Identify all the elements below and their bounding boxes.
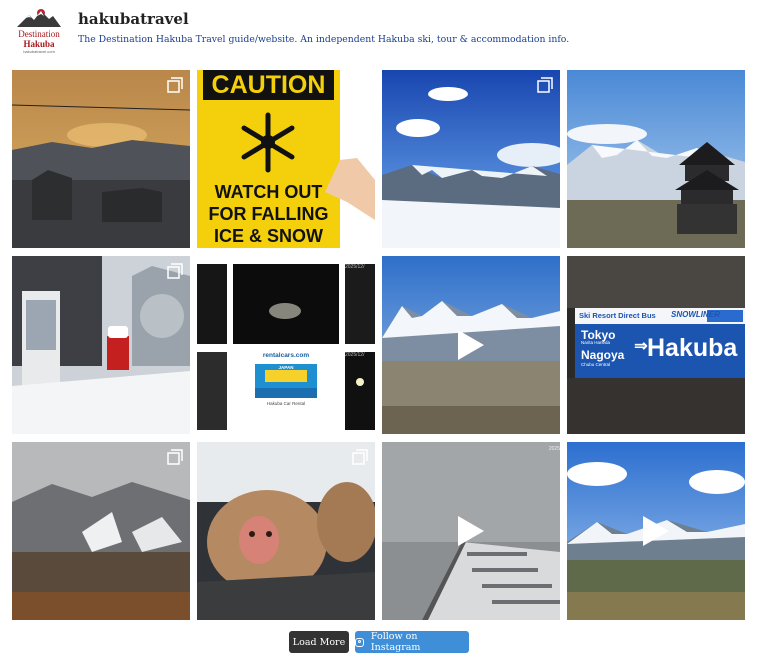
carousel-icon: [167, 77, 183, 93]
post-image: [382, 70, 560, 248]
banner-subline: JAPAN: [278, 365, 294, 370]
profile-header: Destination Hakuba hakubatravel.com haku…: [12, 6, 747, 58]
destination-hakuba-logo[interactable]: Destination Hakuba hakubatravel.com: [12, 6, 66, 58]
follow-on-instagram-button[interactable]: Follow on Instagram: [355, 631, 469, 653]
post-tile-alps-video[interactable]: [382, 256, 560, 434]
post-tile-ski-resort-autumn[interactable]: [12, 442, 190, 620]
logo-text-destination: Destination: [18, 29, 60, 39]
bus-ad-brand: SNOWLINER: [671, 310, 720, 319]
caution-sign-line: WATCH OUT: [214, 182, 323, 202]
profile-bio: The Destination Hakuba Travel guide/webs…: [78, 34, 570, 45]
post-image: [197, 442, 375, 620]
post-image: [12, 256, 190, 434]
post-image: [197, 256, 375, 434]
post-tile-snowy-deck-video[interactable]: 2025: [382, 442, 560, 620]
play-video-icon[interactable]: [456, 328, 486, 362]
play-video-icon[interactable]: [641, 514, 671, 548]
post-tile-sunset-village[interactable]: [12, 70, 190, 248]
post-image: [12, 70, 190, 248]
mountain-logo-icon: [17, 9, 61, 27]
play-video-icon[interactable]: [456, 514, 486, 548]
bus-ad-origin-sub: Chubu Central: [581, 362, 611, 367]
logo-text-hakuba: Hakuba: [23, 39, 55, 49]
bus-ad-heading: Ski Resort Direct Bus: [579, 311, 656, 320]
banner-caption: Hakuba Car Rental: [266, 401, 306, 406]
caution-sign-line: FOR FALLING: [208, 204, 329, 224]
load-more-label: Load More: [292, 636, 346, 648]
post-tile-snowliner-bus[interactable]: Ski Resort Direct Bus SNOWLINER Tokyo Na…: [567, 256, 745, 434]
follow-label: Follow on Instagram: [370, 631, 421, 653]
instagram-icon: [355, 637, 364, 647]
carousel-icon: [167, 449, 183, 465]
instagram-feed-grid: CAUTION WATCH OUT FOR FALLING ICE & SNOW: [12, 70, 746, 620]
feed-actions: Load More Follow on Instagram: [0, 631, 757, 653]
post-tile-valley-video[interactable]: [567, 442, 745, 620]
webcam-date-label: 2025/12/: [345, 352, 365, 358]
banner-site-name: rentalcars.com: [262, 352, 310, 359]
post-tile-car-rental-ad[interactable]: rentalcars.com CHEAP CAR HIRE JAPAN Haku…: [197, 256, 375, 434]
webcam-date-label: 2025/12/: [345, 264, 365, 270]
post-tile-matsumoto-castle[interactable]: [567, 70, 745, 248]
post-image: [567, 70, 745, 248]
post-tile-snowy-street[interactable]: [12, 256, 190, 434]
post-image: [12, 442, 190, 620]
post-tile-caution-sign[interactable]: CAUTION WATCH OUT FOR FALLING ICE & SNOW: [197, 70, 375, 248]
bus-ad-destination: Hakuba: [647, 334, 738, 362]
webcam-date-label: 2025: [548, 446, 560, 452]
caution-sign-title: CAUTION: [211, 71, 326, 99]
post-tile-ski-slope-blue-sky[interactable]: [382, 70, 560, 248]
caution-sign-line: ICE & SNOW: [213, 226, 323, 246]
profile-username[interactable]: hakubatravel: [78, 10, 189, 28]
post-tile-snow-monkey[interactable]: [197, 442, 375, 620]
carousel-icon: [352, 449, 368, 465]
logo-text-url: hakubatravel.com: [23, 49, 55, 54]
carousel-icon: [537, 77, 553, 93]
carousel-icon: [167, 263, 183, 279]
load-more-button[interactable]: Load More: [289, 631, 349, 653]
